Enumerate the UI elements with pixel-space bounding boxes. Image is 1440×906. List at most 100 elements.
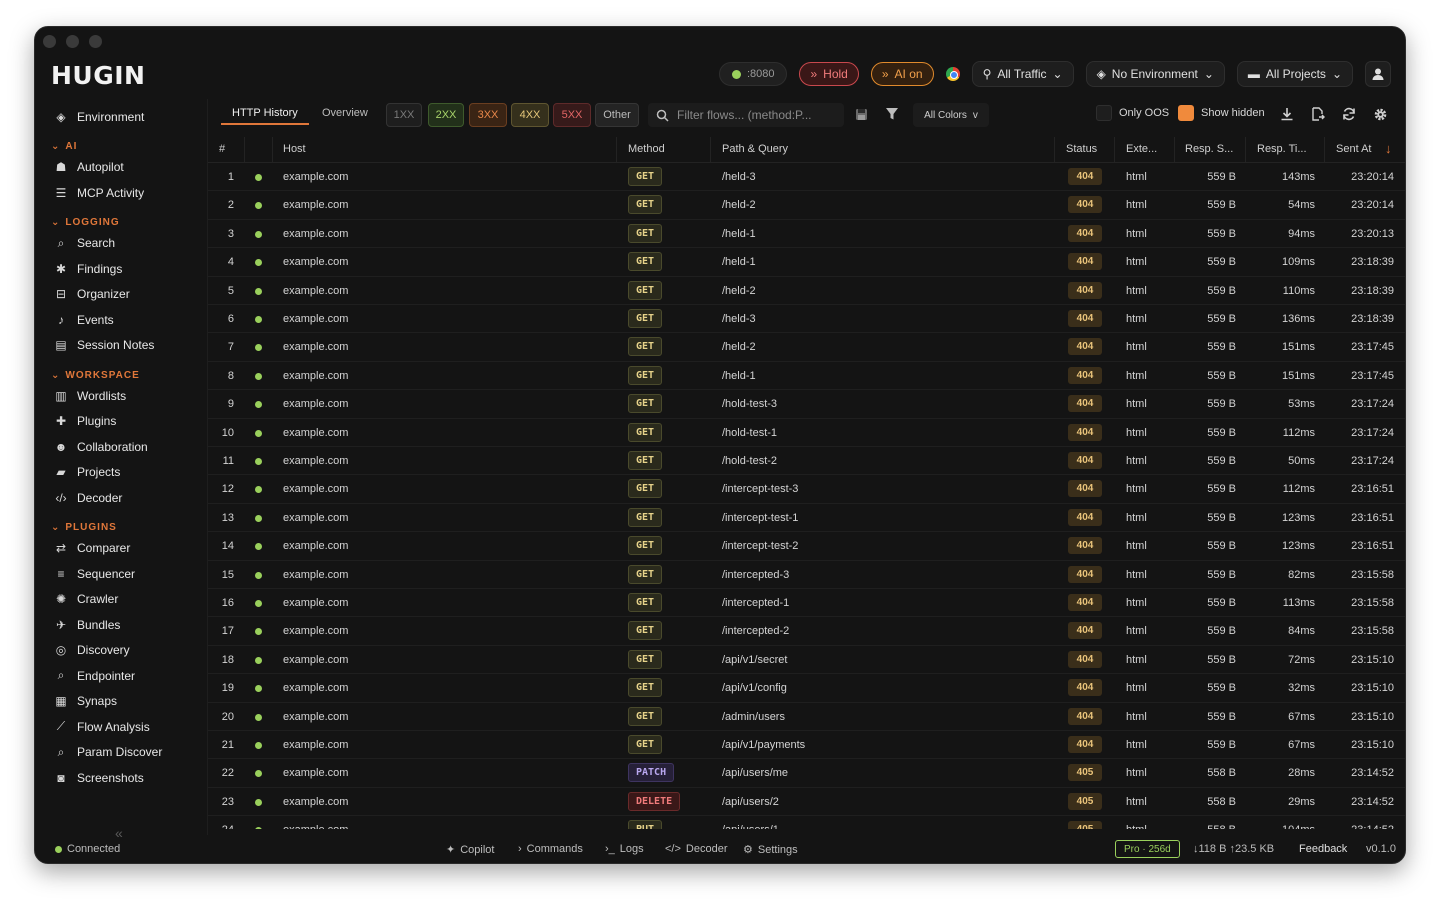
sidebar-item-bundles[interactable]: ✈ Bundles (53, 615, 120, 635)
table-row[interactable]: 17 example.com GET/intercepted-2 404 html 559… (208, 617, 1405, 646)
table-row[interactable]: 19 example.com GET/api/v1/config 404 html 559… (208, 674, 1405, 703)
table-row[interactable]: 6 example.com GET/held-3 404 html 559 B 136ms 2… (208, 305, 1405, 334)
table-row[interactable]: 5 example.com GET/held-2 404 html 559 B 110ms 2… (208, 277, 1405, 305)
sidebar-item-events[interactable]: ♪ Events (53, 310, 114, 330)
sidebar-item-environment[interactable]: ◈ Environment (53, 107, 144, 127)
table-row[interactable]: 8 example.com GET/held-1 404 html 559 B 151ms 2… (208, 362, 1405, 391)
table-row[interactable]: 16 example.com GET/intercepted-1 404 html 559… (208, 589, 1405, 618)
sidebar-item-decoder[interactable]: ‹/› Decoder (53, 488, 122, 508)
logs-button[interactable]: ›_ Logs (605, 843, 644, 855)
sidebar-item-discovery[interactable]: ◎ Discovery (53, 640, 130, 660)
copilot-button[interactable]: ✦ Copilot (446, 843, 494, 857)
row-status-dot (255, 628, 262, 636)
sidebar-item-plugins[interactable]: ✚ Plugins (53, 411, 116, 431)
table-row[interactable]: 15 example.com GET/intercepted-3 404 html 559… (208, 561, 1405, 589)
table-row[interactable]: 9 example.com GET/hold-test-3 404 html 559 B 5… (208, 390, 1405, 419)
col-header-resp-time[interactable]: Resp. Ti... (1257, 143, 1307, 155)
sidebar-item-sequencer[interactable]: ≡ Sequencer (53, 564, 135, 584)
sidebar-item-flow-analysis[interactable]: ⟋ Flow Analysis (53, 717, 150, 737)
col-header-path[interactable]: Path & Query (722, 143, 788, 155)
col-header-host[interactable]: Host (283, 143, 306, 155)
sidebar-item-organizer[interactable]: ⊟ Organizer (53, 284, 130, 304)
table-row[interactable]: 14 example.com GET/intercept-test-2 404 html… (208, 532, 1405, 561)
traffic-dropdown[interactable]: ⚲ All Traffic ⌄ (971, 61, 1074, 87)
save-filter-icon[interactable] (852, 105, 870, 123)
commands-button[interactable]: › Commands (518, 843, 583, 855)
filter-other-chip[interactable]: Other (595, 103, 639, 127)
sidebar-item-collaboration[interactable]: ☻ Collaboration (53, 437, 148, 457)
gear-icon[interactable] (1371, 105, 1389, 123)
col-header-status[interactable]: Status (1066, 143, 1097, 155)
filter-flows-input[interactable]: Filter flows... (method:P... (648, 103, 844, 127)
sort-desc-arrow-icon[interactable]: ↓ (1385, 141, 1392, 156)
sidebar-item-autopilot[interactable]: ☗ Autopilot (53, 157, 124, 177)
sidebar-item-param-discover[interactable]: ⌕ Param Discover (53, 742, 163, 762)
filter-2xx-chip[interactable]: 2XX (428, 103, 464, 127)
sidebar-section-logging[interactable]: ⌄ LOGGING (51, 217, 120, 228)
table-row[interactable]: 4 example.com GET/held-1 404 html 559 B 109ms 2… (208, 248, 1405, 277)
table-row[interactable]: 24 example.com PUT/api/users/1 405 html 558 B… (208, 816, 1405, 829)
sidebar-item-mcp-activity[interactable]: ☰ MCP Activity (53, 183, 145, 203)
col-header-method[interactable]: Method (628, 143, 665, 155)
col-header-extension[interactable]: Exte... (1126, 143, 1157, 155)
maximize-window-button[interactable] (89, 35, 102, 48)
filter-1xx-chip[interactable]: 1XX (386, 103, 422, 127)
table-row[interactable]: 20 example.com GET/admin/users 404 html 559 B… (208, 703, 1405, 731)
sidebar-item-screenshots[interactable]: ◙ Screenshots (53, 768, 143, 788)
table-row[interactable]: 10 example.com GET/hold-test-1 404 html 559 B… (208, 419, 1405, 447)
table-row[interactable]: 12 example.com GET/intercept-test-3 404 html… (208, 475, 1405, 504)
filter-5xx-chip[interactable]: 5XX (553, 103, 591, 127)
pro-license-badge[interactable]: Pro · 256d (1115, 840, 1180, 858)
export-file-icon[interactable] (1309, 105, 1327, 123)
tab-http-history[interactable]: HTTP History (232, 107, 298, 119)
ai-toggle-button[interactable]: » AI on (870, 62, 934, 86)
tab-overview[interactable]: Overview (322, 107, 368, 119)
refresh-icon[interactable] (1340, 105, 1358, 123)
sidebar-item-synaps[interactable]: ▦ Synaps (53, 691, 117, 711)
user-avatar-button[interactable] (1365, 61, 1391, 87)
sidebar-section-workspace[interactable]: ⌄ WORKSPACE (51, 370, 140, 381)
method-badge: GET (628, 365, 663, 385)
col-header-sent-at[interactable]: Sent At (1336, 143, 1371, 155)
sidebar-item-search[interactable]: ⌕ Search (53, 233, 115, 253)
filter-3xx-chip[interactable]: 3XX (469, 103, 507, 127)
table-row[interactable]: 18 example.com GET/api/v1/secret 404 html 559… (208, 646, 1405, 675)
table-row[interactable]: 22 example.com PATCH/api/users/me 405 html 55… (208, 759, 1405, 788)
sidebar-item-session-notes[interactable]: ▤ Session Notes (53, 335, 154, 355)
table-row[interactable]: 11 example.com GET/hold-test-2 404 html 559 B… (208, 447, 1405, 476)
sidebar-item-findings[interactable]: ✱ Findings (53, 259, 122, 279)
status-badge: 404 (1068, 395, 1102, 413)
sidebar-item-endpointer[interactable]: ⌕ Endpointer (53, 666, 135, 686)
table-row[interactable]: 7 example.com GET/held-2 404 html 559 B 151ms 2… (208, 333, 1405, 362)
close-window-button[interactable] (43, 35, 56, 48)
table-row[interactable]: 1 example.com GET/held-3 404 html 559 B 143ms 2… (208, 163, 1405, 192)
sidebar-section-ai[interactable]: ⌄ AI (51, 141, 77, 152)
sidebar-item-wordlists[interactable]: ▥ Wordlists (53, 386, 126, 406)
table-row[interactable]: 3 example.com GET/held-1 404 html 559 B 94ms 23… (208, 220, 1405, 249)
projects-dropdown[interactable]: ▬ All Projects ⌄ (1236, 61, 1353, 87)
only-oos-checkbox[interactable] (1096, 105, 1112, 121)
table-row[interactable]: 2 example.com GET/held-2 404 html 559 B 54ms 23… (208, 191, 1405, 220)
settings-button[interactable]: ⚙ Settings (743, 843, 798, 857)
col-header-index[interactable]: # (219, 143, 225, 155)
environment-dropdown[interactable]: ◈ No Environment ⌄ (1085, 61, 1225, 87)
table-row[interactable]: 13 example.com GET/intercept-test-1 404 html… (208, 504, 1405, 533)
decoder-button[interactable]: </> Decoder (665, 843, 727, 855)
colors-dropdown[interactable]: All Colors v (913, 103, 989, 127)
sidebar-item-crawler[interactable]: ✺ Crawler (53, 589, 118, 609)
sidebar-item-projects[interactable]: ▰ Projects (53, 462, 120, 482)
feedback-button[interactable]: Feedback (1299, 843, 1347, 855)
show-hidden-checkbox[interactable] (1178, 105, 1194, 121)
col-header-resp-size[interactable]: Resp. S... (1185, 143, 1233, 155)
proxy-port-indicator[interactable]: :8080 (718, 62, 788, 86)
filter-funnel-icon[interactable] (883, 105, 901, 123)
sidebar-item-comparer[interactable]: ⇄ Comparer (53, 538, 130, 558)
hold-button[interactable]: » Hold (799, 62, 859, 86)
minimize-window-button[interactable] (66, 35, 79, 48)
sidebar-section-plugins[interactable]: ⌄ PLUGINS (51, 522, 117, 533)
download-icon[interactable] (1278, 105, 1296, 123)
filter-4xx-chip[interactable]: 4XX (511, 103, 549, 127)
table-row[interactable]: 23 example.com DELETE/api/users/2 405 html 55… (208, 788, 1405, 817)
table-row[interactable]: 21 example.com GET/api/v1/payments 404 html 5… (208, 731, 1405, 760)
chrome-icon[interactable] (945, 67, 960, 81)
